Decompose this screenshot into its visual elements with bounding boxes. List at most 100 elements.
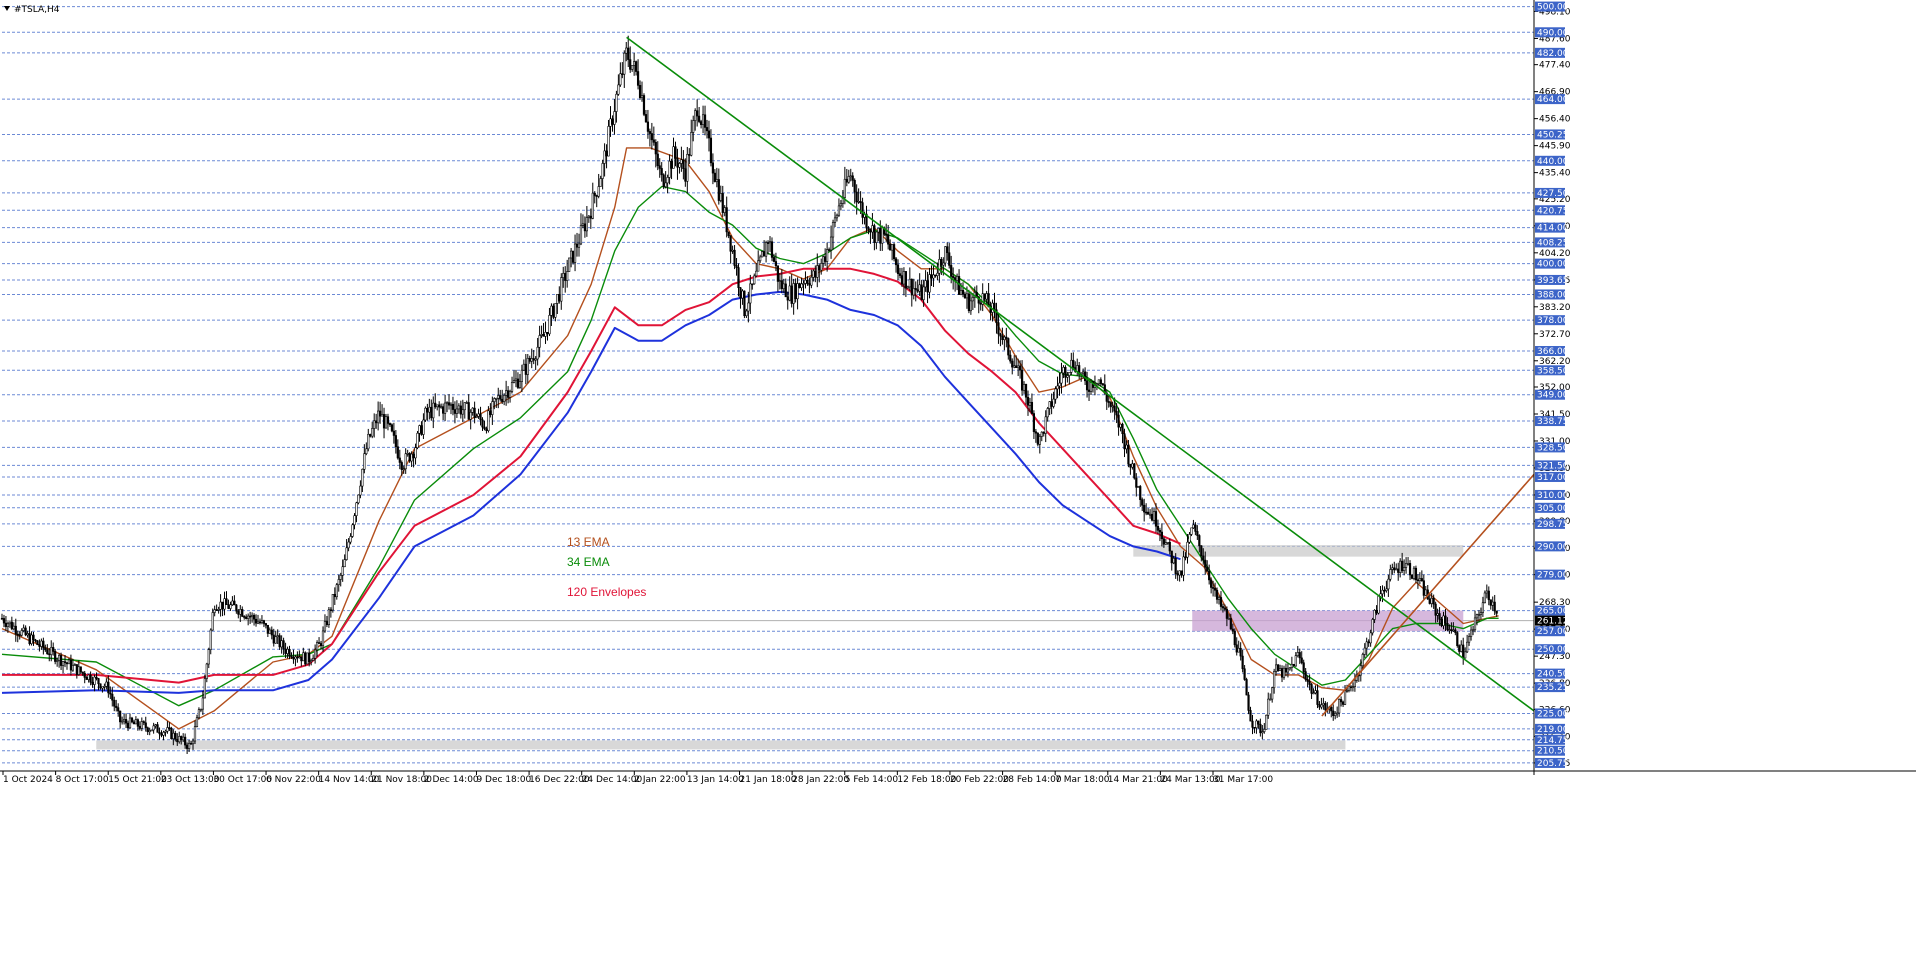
candle-body [1121, 423, 1124, 435]
candle-body [1054, 388, 1057, 400]
candle-body [122, 719, 126, 722]
candle-body [1017, 365, 1020, 369]
candle-body [1221, 606, 1225, 609]
candle-body [1166, 541, 1169, 544]
level-price-label: 225.00 [1537, 709, 1569, 719]
candle-body [475, 416, 478, 418]
level-price-label: 265.00 [1537, 607, 1569, 617]
candle-body [583, 223, 587, 232]
candle-body [256, 621, 260, 624]
candle-body [69, 659, 73, 671]
candle-body [942, 262, 945, 266]
candle-body [1148, 513, 1152, 516]
candle-body [650, 133, 653, 141]
candle [331, 593, 334, 613]
candle-body [1432, 597, 1435, 605]
candle-body [1184, 556, 1187, 559]
price-chart[interactable]: 13 EMA34 EMA120 Envelopes 498.10487.6047… [0, 0, 1916, 963]
candle-body [408, 453, 411, 462]
candle-body [1247, 694, 1250, 711]
time-tick-label: 14 Mar 21:00 [1108, 775, 1168, 785]
candle-body [270, 629, 273, 636]
candle-body [571, 250, 575, 263]
candle-body [219, 601, 222, 610]
level-price-label: 210.50 [1537, 747, 1569, 757]
candle-body [585, 217, 588, 232]
level-price-label: 310.00 [1537, 491, 1569, 501]
candle-body [536, 346, 539, 360]
candle [1137, 485, 1140, 488]
candle-body [1310, 684, 1313, 694]
candle-body [1015, 365, 1018, 369]
candle-body [1245, 679, 1248, 696]
candle-body [1383, 589, 1386, 592]
candle-body [867, 227, 870, 231]
candle-body [743, 290, 746, 317]
candle-body [524, 363, 527, 375]
candle-body [132, 721, 136, 725]
candle-body [36, 640, 39, 646]
candle [306, 652, 309, 665]
candle-body [1068, 372, 1071, 376]
candle-body [558, 293, 561, 302]
level-price-label: 305.00 [1537, 504, 1569, 514]
candle-body [225, 598, 228, 605]
candle-body [1139, 486, 1142, 500]
candle-body [798, 283, 801, 289]
candle-body [1107, 401, 1110, 403]
candle [351, 523, 354, 538]
candle-body [808, 283, 811, 286]
candle-body [1210, 579, 1213, 588]
candle-body [877, 228, 880, 233]
candle-body [1129, 463, 1132, 468]
candle-body [117, 707, 120, 712]
candle-body [944, 246, 947, 264]
candle-body [910, 278, 913, 296]
candle-body [276, 635, 279, 638]
candle-body [1160, 531, 1164, 540]
candle-body [751, 283, 754, 286]
candle-body [1404, 563, 1408, 568]
candle-body [833, 217, 837, 223]
candle-body [662, 174, 665, 187]
candle [743, 290, 746, 319]
candle-body [936, 272, 939, 276]
candle-body [684, 168, 687, 182]
candle-body [422, 419, 425, 435]
candle-body [412, 453, 415, 459]
candle-body [1371, 619, 1374, 634]
candle-body [469, 412, 472, 420]
candle-body [892, 244, 896, 260]
candle-body [323, 621, 327, 632]
candle-body [503, 395, 506, 402]
candle-body [310, 660, 313, 663]
candle-body [946, 246, 949, 254]
candle-body [802, 283, 805, 285]
candle-body [912, 288, 915, 296]
candle-body [67, 659, 71, 665]
candle-body [355, 502, 358, 516]
candle-body [1399, 560, 1402, 573]
candle-body [660, 168, 663, 176]
candle-body [1468, 636, 1471, 643]
candle-body [810, 276, 813, 286]
candle-body [1430, 597, 1433, 604]
candle-body [1042, 431, 1045, 434]
candle-body [375, 420, 378, 424]
candle-body [891, 244, 894, 251]
candle-body [615, 93, 618, 112]
candle-body [896, 264, 900, 274]
candle-body [847, 176, 850, 183]
candle-body [38, 644, 41, 647]
candle-body [351, 524, 354, 537]
candle-body [10, 621, 13, 630]
candle-body [674, 146, 677, 159]
candle-body [516, 378, 520, 388]
level-price-label: 358.50 [1537, 366, 1569, 376]
candle-body [766, 242, 770, 244]
candle-body [1174, 558, 1177, 574]
candle-body [394, 435, 397, 448]
candle [1265, 714, 1268, 730]
candle-body [250, 614, 254, 618]
candle-body [1188, 534, 1191, 543]
